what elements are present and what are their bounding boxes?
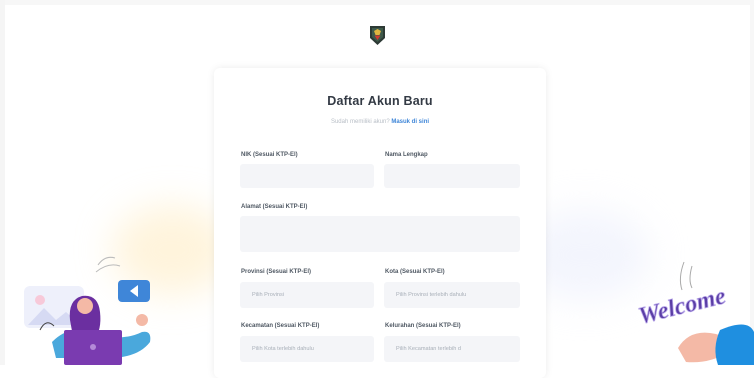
city-select[interactable]: Pilih Provinsi terlebih dahulu [384,282,520,308]
welcome-text: Welcome [636,283,729,330]
welcome-hand-illustration: Welcome [635,261,754,365]
province-label: Provinsi (Sesuai KTP-El) [241,269,312,275]
registration-card: Daftar Akun Baru Sudah memiliki akun? Ma… [214,68,546,378]
nik-input[interactable] [240,164,374,188]
province-select[interactable]: Pilih Provinsi [240,282,374,308]
window-top-edge [0,0,754,5]
village-select[interactable]: Pilih Kecamatan terlebih d [384,336,520,362]
full-name-input[interactable] [384,164,520,188]
window-left-edge [0,0,5,365]
login-prompt-text: Sudah memiliki akun? [330,119,390,125]
person-laptop-illustration [24,256,151,365]
address-textarea[interactable] [240,216,520,252]
page-title: Daftar Akun Baru [327,94,433,108]
login-link[interactable]: Masuk di sini [391,119,429,125]
address-label: Alamat (Sesuai KTP-El) [241,204,308,210]
district-select[interactable]: Pilih Kota terlebih dahulu [240,336,374,362]
village-label: Kelurahan (Sesuai KTP-El) [385,323,461,329]
nik-label: NIK (Sesuai KTP-El) [241,152,298,158]
city-label: Kota (Sesuai KTP-El) [385,269,445,275]
shield-emblem-icon [370,26,385,45]
full-name-label: Nama Lengkap [385,152,428,158]
district-label: Kecamatan (Sesuai KTP-El) [241,323,320,329]
login-prompt: Sudah memiliki akun? Masuk di sini [214,119,546,125]
